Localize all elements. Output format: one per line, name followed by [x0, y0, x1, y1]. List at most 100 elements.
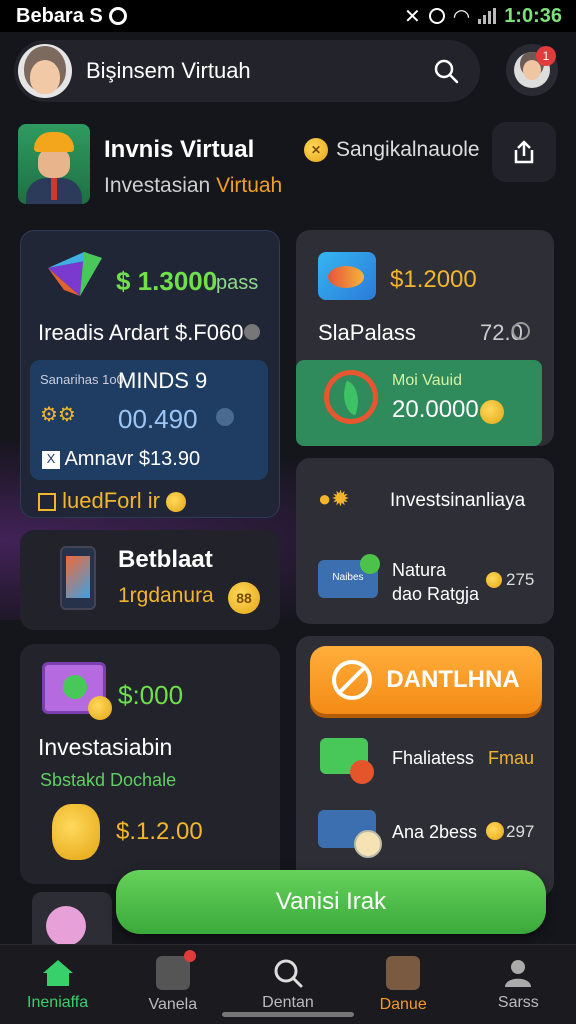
dantlhna-button[interactable]: DANTLHNA: [310, 646, 542, 714]
primary-cta-button[interactable]: Vanisi Irak: [116, 870, 546, 934]
leaf-icon: [324, 370, 378, 424]
share-icon: [514, 140, 534, 164]
phone-icon: [60, 546, 96, 610]
top-right-title: SlaPalass: [318, 320, 416, 345]
mid-left-subtitle: 1rgdanura: [118, 584, 214, 607]
investor-avatar: [18, 124, 90, 204]
coin-icon: [486, 572, 502, 588]
nav-search[interactable]: Dentan: [233, 958, 343, 1012]
nav-search-label: Dentan: [262, 993, 314, 1011]
mid-right-row1: Investsinanliaya: [390, 490, 526, 511]
investor-helmet: [34, 132, 74, 152]
coin-bag-icon: [52, 804, 100, 860]
profile-row: Invnis Virtual Investasian Virtuah ✕ San…: [18, 122, 558, 206]
home-indicator[interactable]: [222, 1012, 354, 1017]
inner-value: 00.490: [118, 404, 198, 434]
search-icon: [274, 959, 303, 987]
blue-card-link[interactable]: luedForl ir: [38, 488, 187, 514]
status-time: 1:0:36: [504, 4, 562, 27]
coin-badge-label: Sangikalnauole: [336, 138, 480, 161]
bottom-left-price: $:000: [118, 680, 184, 710]
clock-icon: [354, 830, 382, 858]
inner-title: MINDS 9: [118, 368, 208, 393]
profile-name: Invnis Virtual: [104, 136, 255, 163]
check-icon: [360, 554, 380, 574]
mid-left-title: Betblaat: [118, 546, 213, 573]
nav-danue-label: Danue: [379, 995, 427, 1013]
primary-cta-label: Vanisi Irak: [275, 888, 387, 915]
mid-right-row2-line2: dao Ratgja: [392, 584, 480, 604]
status-right: ✕ ◠ 1:0:36: [404, 4, 562, 29]
bottom-left-value: $.1.2.00: [116, 818, 203, 845]
phone-screen: [66, 556, 90, 598]
sync-icon: [108, 7, 127, 25]
checkbox-icon: [38, 493, 56, 512]
bottom-right-row1: Fhaliatess: [392, 748, 475, 768]
blue-card-title: Ireadis Ardart $.F060: [38, 320, 244, 345]
bottom-left-subtitle: Sbstakd Dochale: [40, 770, 177, 790]
partial-card[interactable]: [32, 892, 112, 952]
blue-card-link-label: luedForl ir: [62, 488, 160, 513]
dantlhna-button-label: DANTLHNA: [386, 666, 520, 693]
no-sign-icon: [332, 660, 373, 700]
mid-right-row2-value: 275: [506, 570, 535, 589]
alarm-icon: [428, 8, 445, 24]
gear-icon: ⚙⚙: [40, 404, 76, 426]
apple-icon: [350, 760, 374, 784]
profile-subtitle-b: Virtuah: [216, 174, 283, 197]
coin-icon: [88, 696, 112, 720]
user-icon: [505, 959, 532, 987]
wallet-badge: [63, 675, 87, 699]
bottom-right-row1-value: Fmau: [488, 748, 535, 768]
bottom-right-row2-value: 297: [506, 822, 535, 841]
info-icon[interactable]: [244, 324, 260, 340]
investor-head: [38, 148, 70, 178]
avatar[interactable]: [18, 44, 72, 98]
wifi-icon: ◠: [452, 5, 471, 28]
profile-button[interactable]: 1: [506, 44, 558, 96]
coin-icon: 88: [228, 582, 260, 614]
inner-label: Sanarihas 1o0: [40, 372, 124, 387]
nav-profile-label: Sarss: [497, 993, 539, 1011]
nav-home[interactable]: Ineniaffa: [3, 958, 113, 1012]
info-icon[interactable]: [512, 322, 530, 340]
profile-subtitle: Investasian Virtuah: [104, 174, 282, 198]
blue-card-price: $ 1.3000: [116, 266, 218, 296]
bottom-right-row2: Ana 2bess: [392, 822, 478, 842]
coin-icon: [166, 492, 187, 513]
sun-coin-icon: ●✹: [318, 486, 350, 511]
search-icon: [434, 59, 459, 84]
leaf-shape: [336, 380, 366, 416]
investment-card-mid-left[interactable]: [20, 530, 280, 630]
mute-icon: ✕: [403, 5, 421, 28]
coin-icon: ✕: [304, 138, 328, 162]
status-left: Bebara S: [16, 5, 127, 28]
notification-badge: 1: [536, 46, 556, 66]
top-right-inner-value: 20.0000: [392, 396, 479, 423]
inner-footer-text: Amnavr $13.90: [64, 448, 201, 470]
page-title: Bişinsem Virtuah: [86, 58, 251, 83]
signal-icon: [478, 8, 497, 24]
status-carrier: Bebara S: [16, 4, 103, 27]
calendar-icon: X: [42, 450, 60, 469]
top-right-price: $1.2000: [390, 266, 477, 293]
coin-badge[interactable]: ✕ Sangikalnauole: [304, 138, 480, 162]
investor-tie: [51, 178, 57, 200]
chart-blob: [328, 266, 364, 288]
top-right-inner-label: Moi Vauid: [392, 372, 462, 389]
nav-danue[interactable]: Danue: [348, 955, 458, 1014]
share-button[interactable]: [492, 122, 556, 182]
profile-subtitle-a: Investasian: [104, 174, 211, 197]
home-icon: [42, 959, 73, 986]
partial-card-icon: [46, 906, 86, 946]
coin-icon: [486, 822, 504, 840]
header-search-bar[interactable]: Bişinsem Virtuah: [14, 40, 480, 102]
search-button[interactable]: [426, 51, 466, 91]
inner-footer: X Amnavr $13.90: [42, 448, 200, 471]
prism-icon: [48, 252, 102, 296]
inner-dot-icon: [216, 408, 234, 426]
nav-badge: [183, 949, 196, 962]
nav-vanela[interactable]: Vanela: [118, 949, 228, 1014]
nav-profile[interactable]: Sarss: [463, 958, 573, 1012]
chart-tile-icon: [318, 252, 376, 300]
